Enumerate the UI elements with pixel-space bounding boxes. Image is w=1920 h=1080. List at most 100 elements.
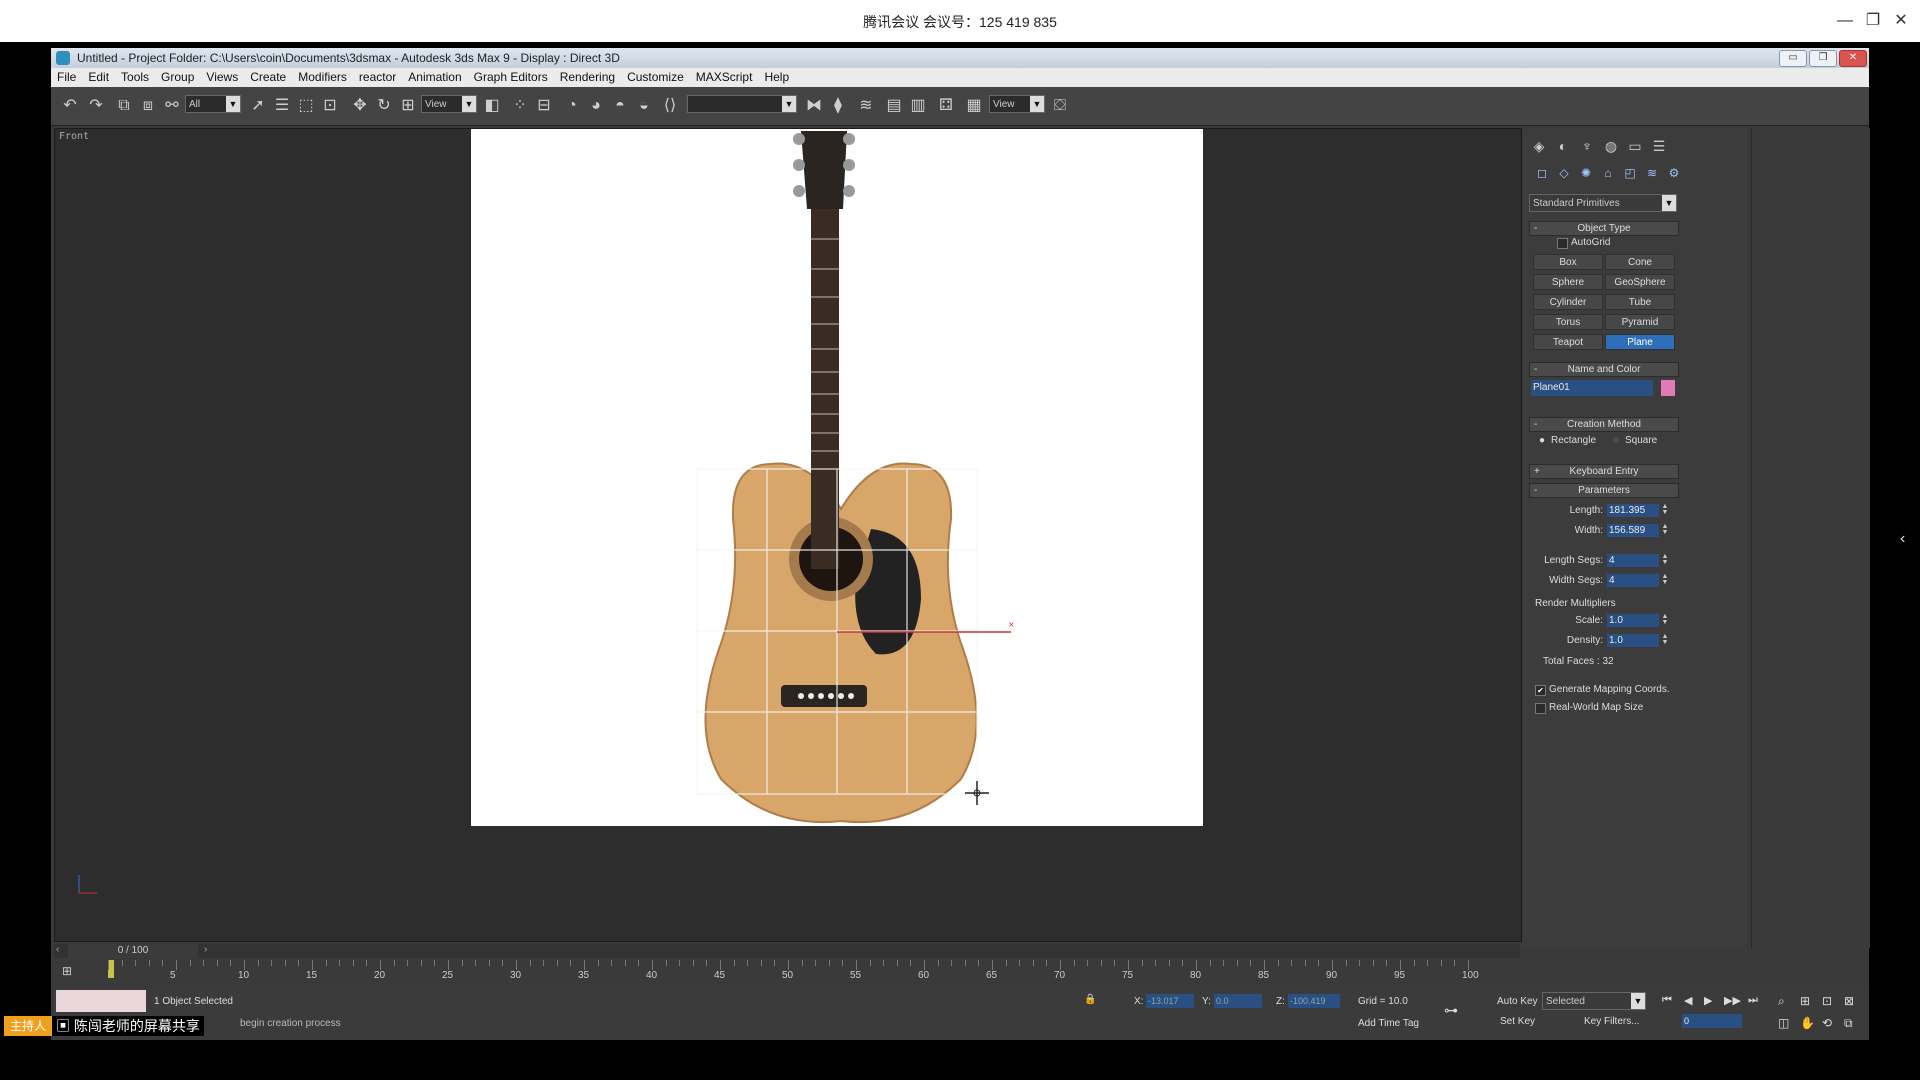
close-icon[interactable]: ✕ bbox=[1888, 8, 1914, 34]
set-key-button[interactable]: Set Key bbox=[1500, 1016, 1535, 1027]
unlink-icon[interactable]: ⧈ bbox=[137, 95, 159, 117]
maxscript-listener[interactable] bbox=[56, 990, 146, 1012]
width-spinner[interactable]: ▲ ▼ bbox=[1661, 523, 1669, 537]
snap-toggle-icon[interactable]: ◔ bbox=[561, 95, 583, 117]
y-coord-field[interactable]: 0.0 bbox=[1214, 994, 1262, 1008]
lock-selection-icon[interactable]: 🔒 bbox=[1084, 994, 1096, 1005]
menu-tools[interactable]: Tools bbox=[115, 68, 155, 84]
menu-customize[interactable]: Customize bbox=[621, 68, 690, 84]
creation-method-rollout[interactable]: - Creation Method bbox=[1529, 417, 1679, 432]
length-segs-spinner[interactable]: ▲ ▼ bbox=[1661, 553, 1669, 567]
scale-icon[interactable]: ⊞ bbox=[397, 95, 419, 117]
menu-modifiers[interactable]: Modifiers bbox=[292, 68, 353, 84]
x-coord-field[interactable]: -13.017 bbox=[1146, 994, 1194, 1008]
next-key-icon[interactable]: ▶▶ bbox=[1724, 994, 1741, 1007]
side-panel-toggle-icon[interactable]: ‹ bbox=[1900, 530, 1905, 548]
z-coord-field[interactable]: -100.419 bbox=[1288, 994, 1340, 1008]
name-color-rollout[interactable]: - Name and Color bbox=[1529, 362, 1679, 377]
curve-editor-icon[interactable]: ▤ bbox=[883, 95, 905, 117]
create-tab-icon[interactable]: ◈ bbox=[1529, 136, 1549, 156]
select-manipulate-icon[interactable]: ⁘ bbox=[509, 95, 531, 117]
redo-icon[interactable]: ↷ bbox=[85, 95, 107, 117]
goto-start-icon[interactable]: ⏮ bbox=[1662, 994, 1672, 1007]
mirror-icon[interactable]: ⧓ bbox=[803, 95, 825, 117]
plane-button[interactable]: Plane bbox=[1605, 334, 1675, 350]
parameters-rollout[interactable]: - Parameters bbox=[1529, 483, 1679, 498]
display-tab-icon[interactable]: ▭ bbox=[1625, 136, 1645, 156]
pivot-center-icon[interactable]: ◧ bbox=[481, 95, 503, 117]
torus-button[interactable]: Torus bbox=[1533, 314, 1603, 330]
arc-rotate-icon[interactable]: ⟲ bbox=[1822, 1016, 1832, 1030]
cylinder-button[interactable]: Cylinder bbox=[1533, 294, 1603, 310]
zoom-extents-all-icon[interactable]: ⊠ bbox=[1844, 994, 1854, 1008]
square-radio-icon[interactable]: ○ bbox=[1613, 435, 1619, 446]
geometry-icon[interactable]: ◻ bbox=[1533, 164, 1551, 182]
front-viewport[interactable]: Front × bbox=[54, 128, 1522, 942]
percent-snap-icon[interactable]: ◓ bbox=[609, 95, 631, 117]
scale-field[interactable]: 1.0 bbox=[1607, 614, 1659, 627]
object-color-swatch[interactable] bbox=[1661, 380, 1675, 396]
current-frame-field[interactable]: 0 bbox=[1682, 1014, 1742, 1028]
keyboard-entry-rollout[interactable]: + Keyboard Entry bbox=[1529, 464, 1679, 479]
width-segs-spinner[interactable]: ▲ ▼ bbox=[1661, 573, 1669, 587]
rect-selection-icon[interactable]: ⬚ bbox=[295, 95, 317, 117]
ref-coord-dropdown[interactable]: View ▼ bbox=[421, 95, 477, 113]
helpers-icon[interactable]: ◰ bbox=[1621, 164, 1639, 182]
keyboard-shortcut-icon[interactable]: ⊟ bbox=[533, 95, 555, 117]
teapot-button[interactable]: Teapot bbox=[1533, 334, 1603, 350]
time-slider-thumb[interactable]: 0 / 100 bbox=[68, 944, 198, 958]
prev-key-icon[interactable]: ◀ bbox=[1684, 994, 1692, 1007]
modify-tab-icon[interactable]: ◐ bbox=[1553, 136, 1573, 156]
menu-graph-editors[interactable]: Graph Editors bbox=[468, 68, 554, 84]
shapes-icon[interactable]: ◇ bbox=[1555, 164, 1573, 182]
edit-named-selection-icon[interactable]: ⟨⟩ bbox=[659, 95, 681, 117]
utilities-tab-icon[interactable]: ☰ bbox=[1649, 136, 1669, 156]
field-of-view-icon[interactable]: ◫ bbox=[1778, 1016, 1789, 1030]
real-world-checkbox[interactable] bbox=[1535, 703, 1546, 714]
spacewarps-icon[interactable]: ≋ bbox=[1643, 164, 1661, 182]
quick-render-icon[interactable]: ⛋ bbox=[1049, 95, 1071, 117]
next-frame-icon[interactable]: › bbox=[204, 944, 207, 955]
key-mode-dropdown[interactable]: Selected ▼ bbox=[1542, 992, 1646, 1010]
menu-maxscript[interactable]: MAXScript bbox=[690, 68, 759, 84]
window-close-button[interactable]: ✕ bbox=[1839, 50, 1867, 67]
menu-reactor[interactable]: reactor bbox=[353, 68, 402, 84]
category-dropdown[interactable]: Standard Primitives ▼ bbox=[1529, 194, 1677, 212]
autogrid-checkbox[interactable] bbox=[1557, 238, 1568, 249]
cone-button[interactable]: Cone bbox=[1605, 254, 1675, 270]
window-minimize-button[interactable]: ▭ bbox=[1779, 50, 1807, 67]
scale-spinner[interactable]: ▲ ▼ bbox=[1661, 613, 1669, 627]
rotate-icon[interactable]: ↻ bbox=[373, 95, 395, 117]
track-bar[interactable]: ⊞ 5 10 15 20 25 30 35 40 45 50 55 60 65 70 75 80 85 90 95 1… bbox=[54, 960, 1520, 986]
menu-help[interactable]: Help bbox=[758, 68, 795, 84]
render-view-dropdown[interactable]: View ▼ bbox=[989, 95, 1045, 113]
material-editor-icon[interactable]: ⚃ bbox=[935, 95, 957, 117]
length-spinner[interactable]: ▲ ▼ bbox=[1661, 503, 1669, 517]
select-link-icon[interactable]: ⧉ bbox=[113, 95, 135, 117]
sphere-button[interactable]: Sphere bbox=[1533, 274, 1603, 290]
prev-frame-icon[interactable]: ‹ bbox=[56, 944, 59, 955]
lights-icon[interactable]: ✺ bbox=[1577, 164, 1595, 182]
key-filters-button[interactable]: Key Filters... bbox=[1584, 1016, 1640, 1027]
object-name-field[interactable]: Plane01 bbox=[1531, 380, 1653, 396]
minimize-icon[interactable]: — bbox=[1832, 8, 1858, 34]
cameras-icon[interactable]: ⌂ bbox=[1599, 164, 1617, 182]
viewport-label[interactable]: Front bbox=[59, 131, 89, 142]
restore-icon[interactable]: ❐ bbox=[1860, 8, 1886, 34]
align-icon[interactable]: ⧫ bbox=[827, 95, 849, 117]
mini-curve-editor-icon[interactable]: ⊞ bbox=[62, 964, 78, 980]
geosphere-button[interactable]: GeoSphere bbox=[1605, 274, 1675, 290]
length-segs-field[interactable]: 4 bbox=[1607, 554, 1659, 567]
rectangle-radio-icon[interactable]: ● bbox=[1539, 435, 1545, 446]
auto-key-button[interactable]: Auto Key bbox=[1497, 996, 1538, 1007]
menu-edit[interactable]: Edit bbox=[82, 68, 115, 84]
window-restore-button[interactable]: ❐ bbox=[1809, 50, 1837, 67]
layer-manager-icon[interactable]: ≋ bbox=[855, 95, 877, 117]
spinner-snap-icon[interactable]: ◒ bbox=[633, 95, 655, 117]
goto-end-icon[interactable]: ⏭ bbox=[1748, 994, 1758, 1007]
undo-icon[interactable]: ↶ bbox=[59, 95, 81, 117]
zoom-all-icon[interactable]: ⊞ bbox=[1800, 994, 1810, 1008]
maximize-viewport-icon[interactable]: ⧉ bbox=[1844, 1016, 1853, 1031]
window-crossing-icon[interactable]: ⊡ bbox=[319, 95, 341, 117]
named-selection-dropdown[interactable]: ▼ bbox=[687, 95, 797, 113]
